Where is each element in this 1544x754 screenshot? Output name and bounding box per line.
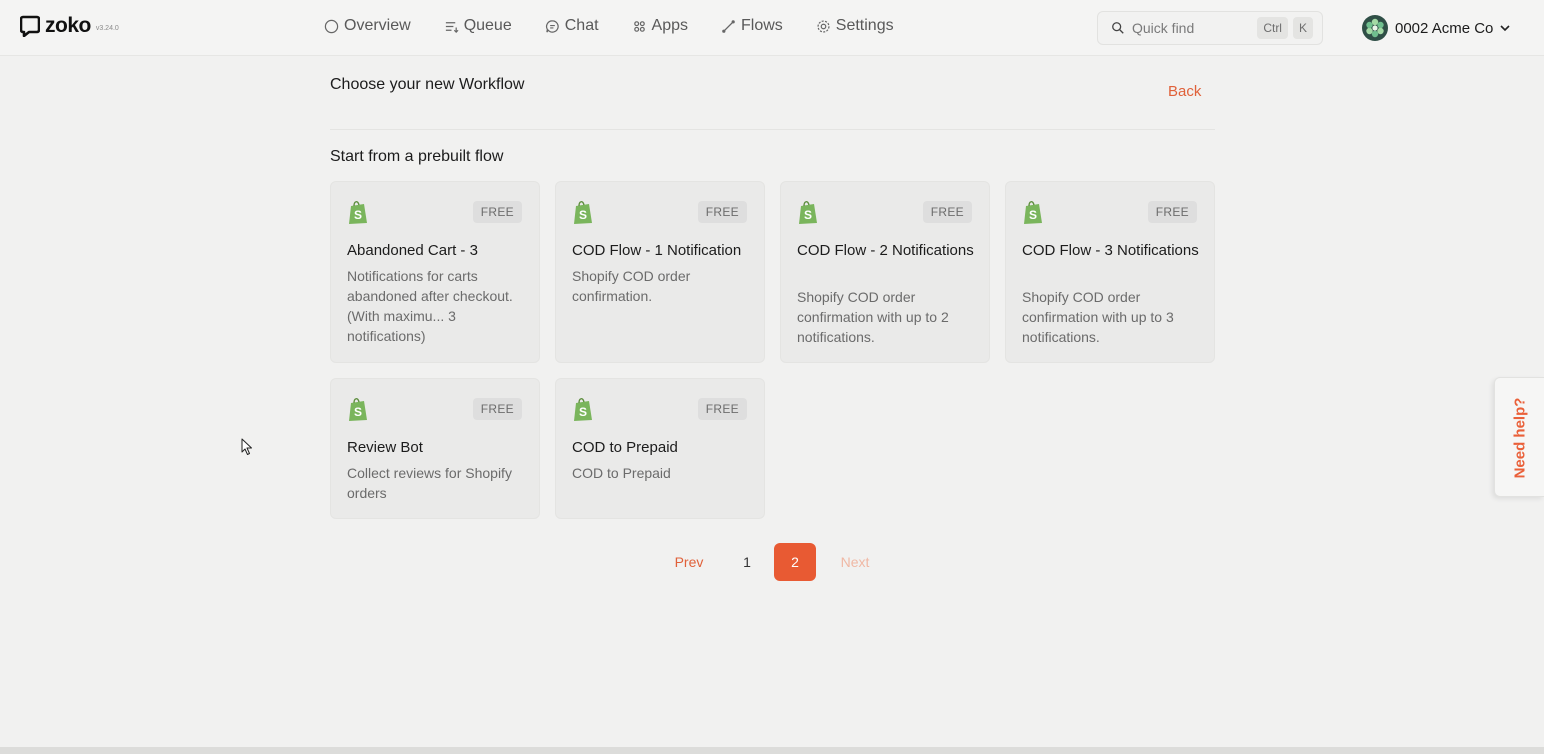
account-name: 0002 Acme Co (1395, 19, 1494, 37)
need-help-tab[interactable]: Need help? (1494, 377, 1544, 497)
zoko-logo-icon (20, 15, 40, 37)
pagination-prev-button[interactable]: Prev (664, 543, 714, 581)
pagination-page-2-current[interactable]: 2 (774, 543, 816, 581)
nav-settings-label: Settings (835, 17, 894, 34)
card-title: COD Flow - 2 Notifications (797, 242, 974, 259)
nav-settings[interactable]: Settings (816, 17, 894, 35)
card-title: Abandoned Cart - 3 (347, 242, 478, 259)
pagination-next-button[interactable]: Next (833, 543, 877, 581)
free-badge: FREE (697, 398, 747, 420)
flow-card-cod-flow-2[interactable]: S FREE COD Flow - 2 Notifications Shopif… (780, 181, 990, 363)
shopify-bag-icon: S (349, 398, 367, 421)
card-title: COD Flow - 3 Notifications (1022, 242, 1199, 259)
svg-text:S: S (804, 208, 812, 222)
flow-card-cod-flow-3[interactable]: S FREE COD Flow - 3 Notifications Shopif… (1005, 181, 1215, 363)
search-icon (1112, 22, 1124, 34)
quick-find-placeholder: Quick find (1132, 20, 1195, 36)
free-badge: FREE (697, 201, 747, 223)
nav-overview-label: Overview (344, 17, 411, 34)
svg-text:S: S (354, 405, 362, 419)
logo-text: zoko (45, 14, 91, 37)
shopify-bag-icon: S (1024, 201, 1042, 224)
main-nav: Overview Queue Chat Apps Flows Settings (324, 17, 927, 35)
nav-chat[interactable]: Chat (545, 17, 599, 35)
card-title: COD Flow - 1 Notification (572, 242, 742, 259)
card-title: COD to Prepaid (572, 439, 678, 456)
nav-apps[interactable]: Apps (632, 17, 688, 35)
card-description: COD to Prepaid (572, 465, 671, 481)
nav-flows[interactable]: Flows (721, 17, 783, 35)
mouse-cursor-icon (241, 438, 252, 455)
flow-card-abandoned-cart[interactable]: S FREE Abandoned Cart - 3 Notifications … (330, 181, 540, 363)
divider (330, 129, 1215, 130)
top-navigation-bar: zoko v3.24.0 Overview Queue Chat Apps Fl… (0, 0, 1544, 56)
nav-flows-label: Flows (741, 17, 783, 34)
zoko-logo[interactable]: zoko v3.24.0 (20, 14, 119, 38)
nav-queue-label: Queue (463, 17, 512, 34)
card-description: Collect reviews for Shopify orders (347, 465, 512, 501)
flow-card-cod-flow-1[interactable]: S FREE COD Flow - 1 Notification Shopify… (555, 181, 765, 363)
card-title: Review Bot (347, 439, 423, 456)
bottom-edge (0, 747, 1544, 754)
page-title: Choose your new Workflow (330, 76, 525, 93)
svg-text:S: S (579, 405, 587, 419)
apps-icon (633, 20, 645, 32)
chat-icon (545, 19, 559, 33)
card-description: Notifications for carts abandoned after … (347, 268, 513, 344)
free-badge: FREE (472, 398, 522, 420)
shopify-bag-icon: S (349, 201, 367, 224)
svg-text:S: S (579, 208, 587, 222)
nav-queue[interactable]: Queue (444, 17, 512, 35)
pagination-page-1[interactable]: 1 (734, 543, 760, 581)
shopify-bag-icon: S (574, 398, 592, 421)
card-description: Shopify COD order confirmation with up t… (797, 289, 949, 345)
gear-icon (817, 19, 830, 33)
shortcut-ctrl-key: Ctrl (1257, 17, 1288, 39)
back-button[interactable]: Back (1168, 83, 1201, 100)
nav-apps-label: Apps (651, 17, 688, 34)
shopify-bag-icon: S (574, 201, 592, 224)
account-switcher[interactable]: 0002 Acme Co (1361, 14, 1511, 42)
app-version: v3.24.0 (95, 24, 119, 32)
nav-overview[interactable]: Overview (324, 17, 411, 35)
shortcut-k-key: K (1292, 17, 1313, 39)
flow-card-review-bot[interactable]: S FREE Review Bot Collect reviews for Sh… (330, 378, 540, 519)
free-badge: FREE (922, 201, 972, 223)
need-help-label: Need help? (1511, 397, 1529, 479)
svg-text:S: S (1029, 208, 1037, 222)
free-badge: FREE (472, 201, 522, 223)
chevron-down-icon (1500, 25, 1510, 32)
flows-icon (722, 19, 735, 33)
circle-icon (324, 19, 339, 33)
queue-icon (445, 21, 459, 33)
flow-card-cod-to-prepaid[interactable]: S FREE COD to Prepaid COD to Prepaid (555, 378, 765, 519)
section-title: Start from a prebuilt flow (330, 148, 504, 165)
nav-chat-label: Chat (564, 17, 599, 34)
shopify-bag-icon: S (799, 201, 817, 224)
card-description: Shopify COD order confirmation. (572, 268, 691, 304)
card-description: Shopify COD order confirmation with up t… (1022, 289, 1174, 345)
account-avatar (1362, 15, 1388, 41)
free-badge: FREE (1147, 201, 1197, 223)
svg-text:S: S (354, 208, 362, 222)
quick-find-search[interactable]: Quick find Ctrl K (1097, 11, 1323, 45)
